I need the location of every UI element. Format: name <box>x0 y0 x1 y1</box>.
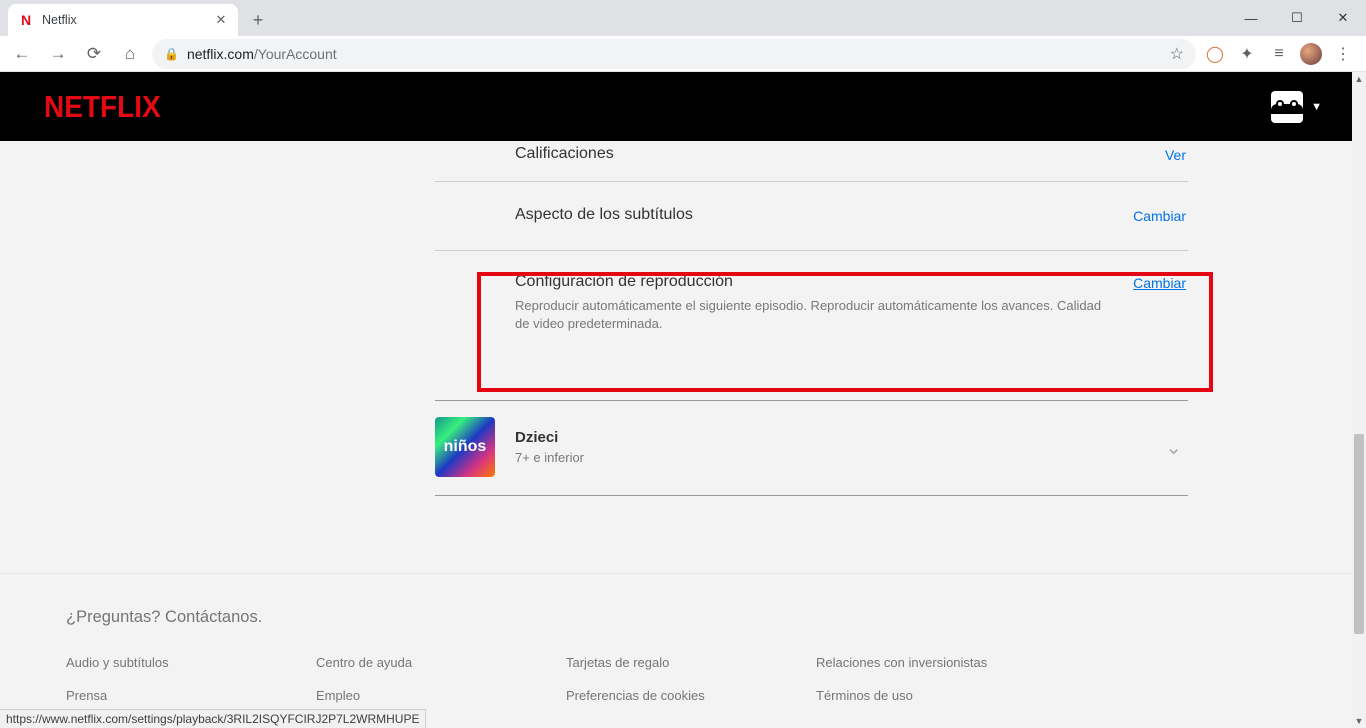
tab-title: Netflix <box>42 13 77 27</box>
chevron-down-icon: ⌄ <box>1165 435 1188 460</box>
extension-icons: ◯ ✦ ≡ ⋮ <box>1204 43 1358 65</box>
account-page-body: Calificaciones Ver Aspecto de los subtít… <box>0 141 1352 728</box>
settings-column: Calificaciones Ver Aspecto de los subtít… <box>435 141 1188 363</box>
vertical-scrollbar[interactable]: ▲ ▼ <box>1352 72 1366 728</box>
active-tab[interactable]: N Netflix ✕ <box>8 4 238 36</box>
setting-title: Aspecto de los subtítulos <box>515 206 1133 224</box>
profile-name: Dzieci <box>515 429 584 446</box>
ratings-view-link[interactable]: Ver <box>1165 147 1188 163</box>
link-status-bar: https://www.netflix.com/settings/playbac… <box>0 709 426 728</box>
profile-maturity: 7+ e inferior <box>515 450 584 465</box>
footer-link-press[interactable]: Prensa <box>66 688 316 703</box>
maximize-button[interactable]: ☐ <box>1274 0 1320 36</box>
bookmark-star-icon[interactable]: ☆ <box>1170 44 1184 64</box>
setting-description: Reproducir automáticamente el siguiente … <box>515 297 1115 333</box>
footer-link-gift[interactable]: Tarjetas de regalo <box>566 655 816 670</box>
profile-image-icon <box>1271 91 1303 123</box>
setting-row-ratings: Calificaciones Ver <box>435 141 1188 181</box>
playback-change-link[interactable]: Cambiar <box>1133 275 1188 291</box>
profile-menu-button[interactable]: ▼ <box>1271 91 1322 123</box>
footer-link-terms[interactable]: Términos de uso <box>816 688 1066 703</box>
close-tab-icon[interactable]: ✕ <box>214 13 228 27</box>
netflix-header: NETFLIX ▼ <box>0 72 1366 141</box>
reload-button[interactable]: ⟳ <box>80 40 108 68</box>
footer-link-cookies[interactable]: Preferencias de cookies <box>566 688 816 703</box>
footer-link-jobs[interactable]: Empleo <box>316 688 566 703</box>
subtitles-change-link[interactable]: Cambiar <box>1133 208 1188 224</box>
footer-link-investor[interactable]: Relaciones con inversionistas <box>816 655 1066 670</box>
footer-contact-text[interactable]: ¿Preguntas? Contáctanos. <box>66 608 1286 627</box>
caret-down-icon: ▼ <box>1311 101 1322 113</box>
footer-link-audio[interactable]: Audio y subtítulos <box>66 655 316 670</box>
url-domain: netflix.com <box>187 46 254 62</box>
minimize-button[interactable]: ― <box>1228 0 1274 36</box>
setting-title: Calificaciones <box>515 145 1165 163</box>
reading-list-icon[interactable]: ≡ <box>1268 43 1290 65</box>
scroll-thumb[interactable] <box>1354 434 1364 634</box>
page-footer: ¿Preguntas? Contáctanos. Audio y subtítu… <box>0 573 1352 703</box>
page-viewport: NETFLIX ▼ Calificaciones Ver Aspecto de … <box>0 72 1366 728</box>
extension-badger-icon[interactable]: ◯ <box>1204 43 1226 65</box>
setting-row-playback: Configuración de reproducción Reproducir… <box>435 250 1188 363</box>
extensions-puzzle-icon[interactable]: ✦ <box>1236 43 1258 65</box>
netflix-logo[interactable]: NETFLIX <box>44 89 161 124</box>
forward-button[interactable]: → <box>44 40 72 68</box>
back-button[interactable]: ← <box>8 40 36 68</box>
address-bar[interactable]: 🔒 netflix.com/YourAccount ☆ <box>152 39 1196 69</box>
lock-icon: 🔒 <box>164 47 179 61</box>
footer-link-help[interactable]: Centro de ayuda <box>316 655 566 670</box>
home-button[interactable]: ⌂ <box>116 40 144 68</box>
browser-tabbar: N Netflix ✕ + ― ☐ ✕ <box>0 0 1366 36</box>
kids-avatar-icon: niños <box>435 417 495 477</box>
new-tab-button[interactable]: + <box>244 6 272 34</box>
url-path: /YourAccount <box>254 46 337 62</box>
scroll-down-arrow-icon[interactable]: ▼ <box>1352 714 1366 728</box>
setting-title: Configuración de reproducción <box>515 273 1133 291</box>
setting-row-subtitles: Aspecto de los subtítulos Cambiar <box>435 181 1188 250</box>
menu-kebab-icon[interactable]: ⋮ <box>1332 43 1354 65</box>
profile-avatar-icon[interactable] <box>1300 43 1322 65</box>
scroll-up-arrow-icon[interactable]: ▲ <box>1352 72 1366 86</box>
netflix-favicon-icon: N <box>18 12 34 28</box>
browser-toolbar: ← → ⟳ ⌂ 🔒 netflix.com/YourAccount ☆ ◯ ✦ … <box>0 36 1366 72</box>
window-controls: ― ☐ ✕ <box>1228 0 1366 36</box>
profile-row-kids[interactable]: niños Dzieci 7+ e inferior ⌄ <box>435 400 1188 496</box>
close-window-button[interactable]: ✕ <box>1320 0 1366 36</box>
